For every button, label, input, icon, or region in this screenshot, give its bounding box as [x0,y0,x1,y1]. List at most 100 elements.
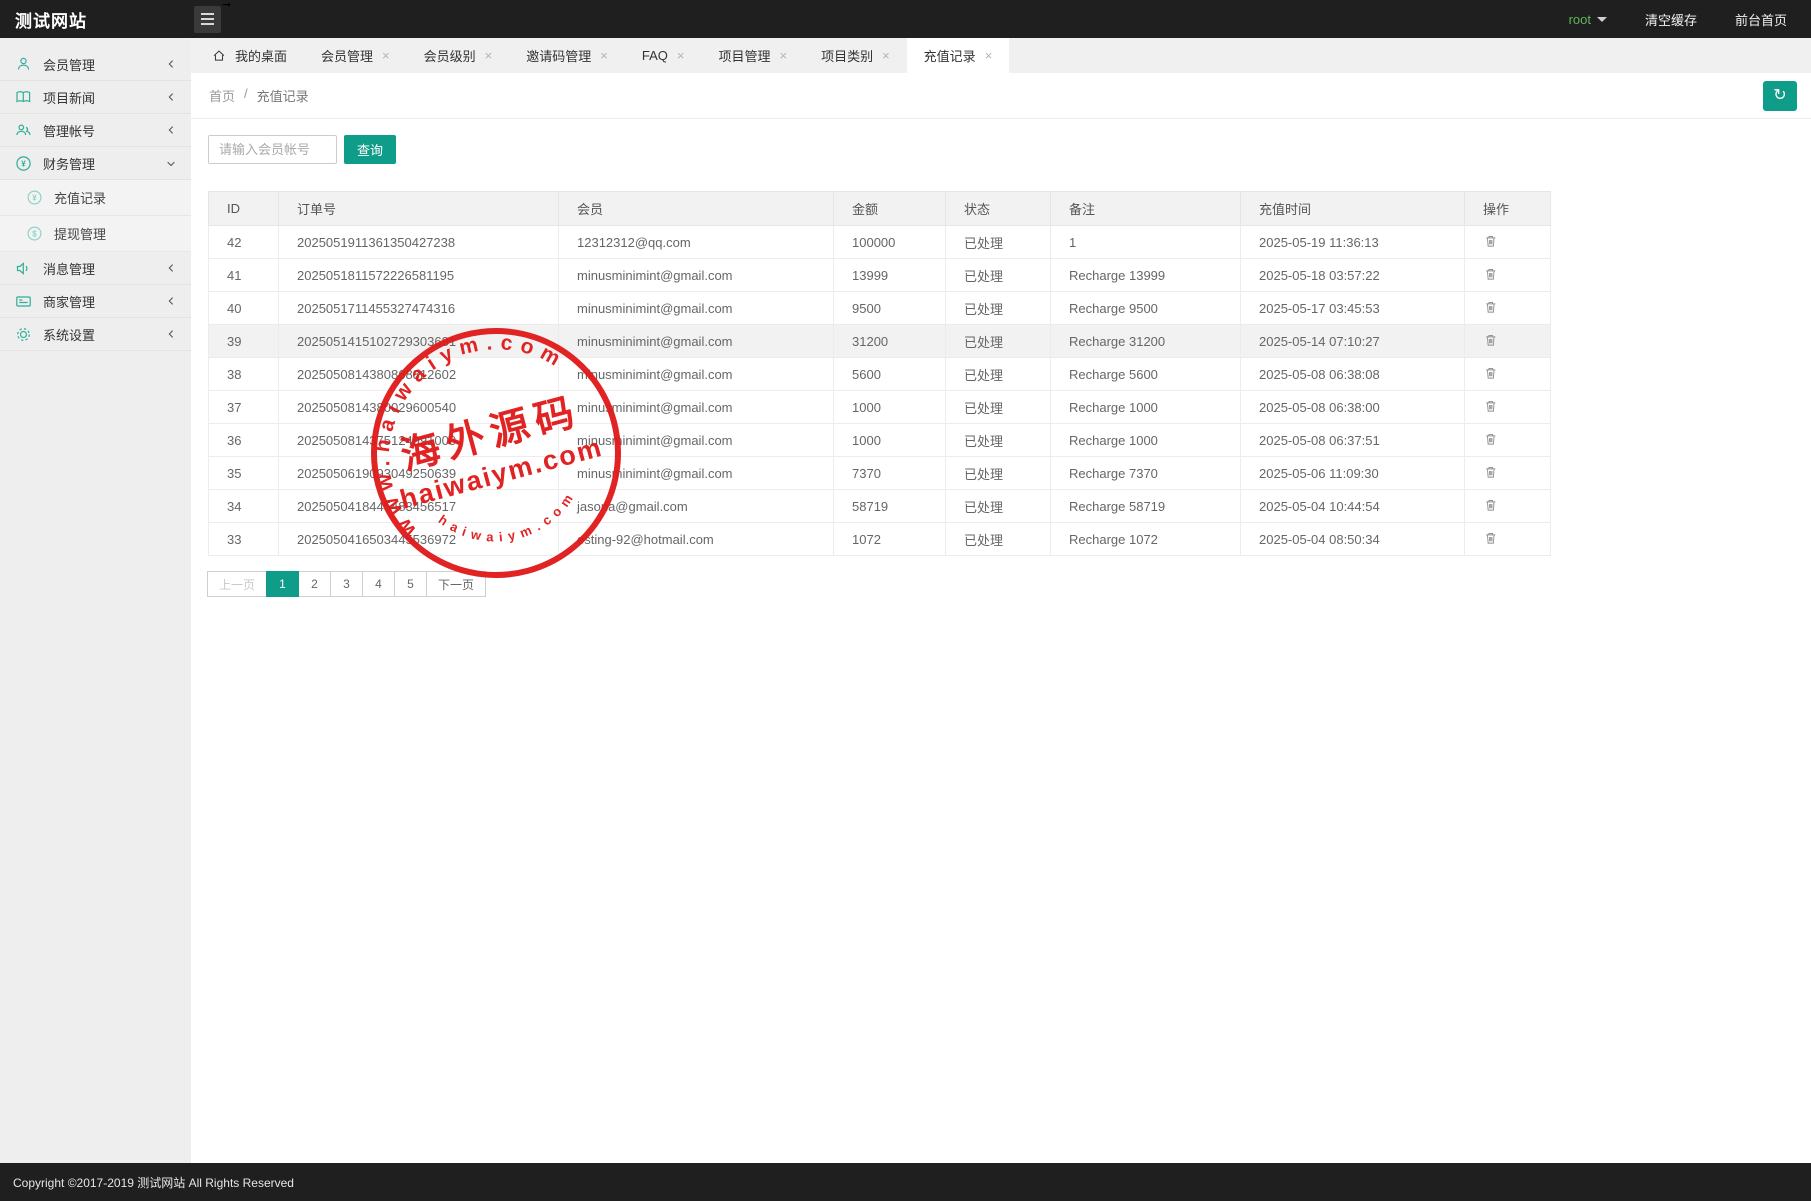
trash-icon [1485,334,1499,348]
delete-button[interactable] [1483,233,1501,251]
sidebar-item[interactable]: ¥财务管理 [0,147,191,180]
frontend-home-button[interactable]: 前台首页 [1735,10,1787,29]
tab-label: 邀请码管理 [526,46,591,65]
cell-actions [1465,259,1551,292]
cell-status: 已处理 [946,292,1051,325]
delete-button[interactable] [1483,464,1501,482]
chevron-left-icon [166,329,176,339]
delete-button[interactable] [1483,365,1501,383]
cell-id: 41 [209,259,279,292]
table-row: 352025050619093049250639minusminimint@gm… [209,457,1551,490]
sidebar-toggle-button[interactable] [194,6,221,33]
sidebar-subitem[interactable]: ¥充值记录 [0,180,191,216]
table-row: 342025050418445483456517jasona@gmail.com… [209,490,1551,523]
cell-amount: 13999 [834,259,946,292]
tab-close-icon[interactable]: × [779,48,787,63]
cell-time: 2025-05-06 11:09:30 [1241,457,1465,490]
delete-button[interactable] [1483,398,1501,416]
delete-button[interactable] [1483,266,1501,284]
tab-item[interactable]: 项目管理× [701,38,804,73]
delete-button[interactable] [1483,497,1501,515]
tab-close-icon[interactable]: × [382,48,390,63]
tab-close-icon[interactable]: × [985,48,993,63]
tab-item[interactable]: 会员级别× [407,38,510,73]
cell-amount: 58719 [834,490,946,523]
sidebar-item[interactable]: 系统设置 [0,318,191,351]
tab-close-icon[interactable]: × [677,48,685,63]
breadcrumb-separator: / [244,86,248,105]
tab-label: FAQ [642,48,668,63]
pagination-page-button[interactable]: 5 [394,571,427,597]
sidebar-subitem[interactable]: $提现管理 [0,216,191,252]
column-header: 金额 [834,192,946,226]
svg-text:¥: ¥ [32,193,37,202]
delete-button[interactable] [1483,431,1501,449]
sidebar-item-label: 管理帐号 [43,121,95,140]
cell-remark: Recharge 1000 [1051,391,1241,424]
tab-item[interactable]: 会员管理× [304,38,407,73]
pagination-page-button[interactable]: 4 [362,571,395,597]
search-bar: 查询 [208,135,1794,164]
pagination-page-button[interactable]: 1 [266,571,299,597]
breadcrumb-home-link[interactable]: 首页 [209,86,235,105]
topbar: 测试网站 ➞ root 清空缓存 前台首页 [0,0,1811,38]
cell-member: minusminimint@gmail.com [559,358,834,391]
table-row: 392025051415102729303681minusminimint@gm… [209,325,1551,358]
user-menu-toggle[interactable]: root [1569,12,1607,27]
table-row: 382025050814380868812602minusminimint@gm… [209,358,1551,391]
column-header: 订单号 [279,192,559,226]
tab-label: 项目类别 [821,46,873,65]
topbar-actions: root 清空缓存 前台首页 [1569,10,1811,29]
cell-actions [1465,325,1551,358]
cell-member: jasona@gmail.com [559,490,834,523]
merchant-icon [15,293,32,310]
chevron-down-icon [166,158,176,168]
tab-item[interactable]: 充值记录× [907,38,1010,73]
delete-button[interactable] [1483,530,1501,548]
cell-status: 已处理 [946,325,1051,358]
refresh-button[interactable]: ↻ [1763,81,1797,111]
tab-close-icon[interactable]: × [600,48,608,63]
cell-time: 2025-05-17 03:45:53 [1241,292,1465,325]
cell-amount: 1000 [834,424,946,457]
query-button[interactable]: 查询 [344,135,396,164]
sidebar-item[interactable]: 管理帐号 [0,114,191,147]
table-row: 412025051811572226581195minusminimint@gm… [209,259,1551,292]
sidebar-nav: 会员管理项目新闻管理帐号 ¥财务管理¥充值记录$提现管理消息管理商家管理系统设置 [0,38,191,1163]
page-content: 查询 ID订单号会员金额状态备注充值时间操作 42202505191136135… [191,119,1811,613]
cell-id: 34 [209,490,279,523]
cell-actions [1465,523,1551,556]
table-row: 372025050814380029600540minusminimint@gm… [209,391,1551,424]
column-header: 状态 [946,192,1051,226]
clear-cache-button[interactable]: 清空缓存 [1645,10,1697,29]
sidebar-item[interactable]: 商家管理 [0,285,191,318]
cell-id: 42 [209,226,279,259]
tab-bar: 我的桌面会员管理×会员级别×邀请码管理×FAQ×项目管理×项目类别×充值记录× [191,38,1811,73]
tab-item[interactable]: 项目类别 × [804,38,907,73]
main-area: 我的桌面会员管理×会员级别×邀请码管理×FAQ×项目管理×项目类别×充值记录× … [191,38,1811,1163]
sidebar-item[interactable]: 项目新闻 [0,81,191,114]
pagination-page-button[interactable]: 2 [298,571,331,597]
tab-label: 我的桌面 [235,46,287,65]
cell-order: 2025050814380868812602 [279,358,559,391]
footer: Copyright ©2017-2019 测试网站 All Rights Res… [0,1163,1811,1201]
tab-close-icon[interactable]: × [882,48,890,63]
pagination-page-button[interactable]: 3 [330,571,363,597]
pagination-prev-button[interactable]: 上一页 [207,571,267,597]
member-account-input[interactable] [208,135,337,164]
cell-member: minusminimint@gmail.com [559,292,834,325]
delete-button[interactable] [1483,332,1501,350]
cell-amount: 1072 [834,523,946,556]
column-header: 操作 [1465,192,1551,226]
tab-item[interactable]: 邀请码管理 × [509,38,625,73]
pagination-next-button[interactable]: 下一页 [426,571,486,597]
sidebar-item[interactable]: 会员管理 [0,48,191,81]
column-header: ID [209,192,279,226]
cell-time: 2025-05-14 07:10:27 [1241,325,1465,358]
tab-item[interactable]: FAQ × [625,38,702,73]
tab-item[interactable]: 我的桌面 [195,38,304,73]
delete-button[interactable] [1483,299,1501,317]
sidebar-item[interactable]: 消息管理 [0,252,191,285]
brand-title: 测试网站 [0,7,191,32]
tab-close-icon[interactable]: × [485,48,493,63]
